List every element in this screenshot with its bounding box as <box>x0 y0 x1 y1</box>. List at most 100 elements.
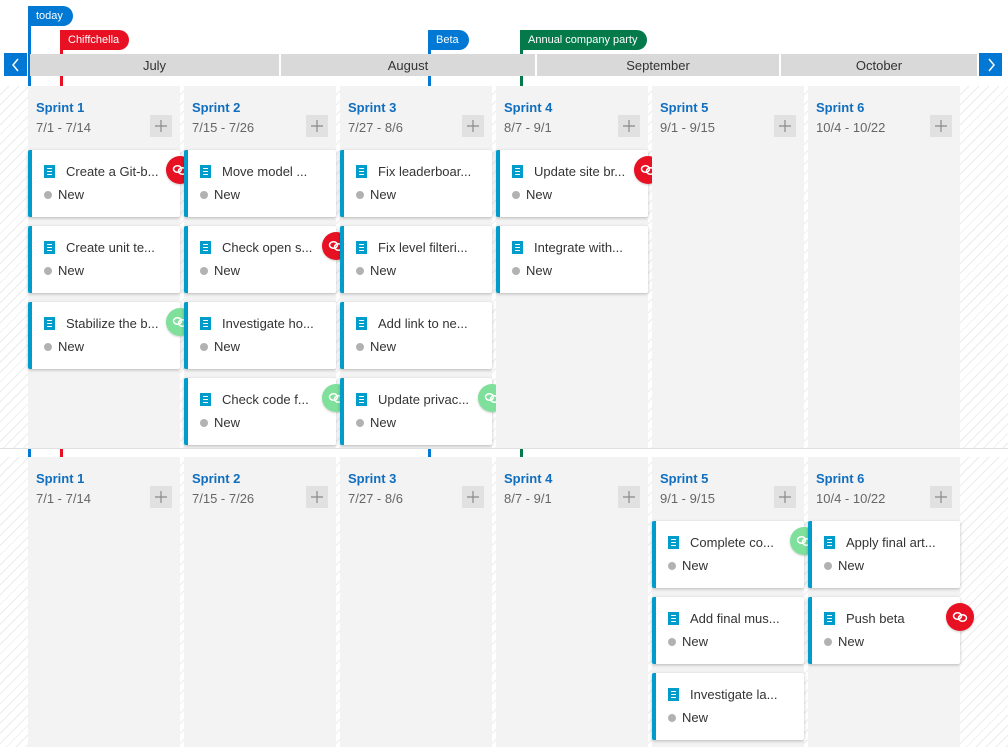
state-dot-icon <box>200 190 208 199</box>
work-item-card[interactable]: Push beta New <box>808 597 974 664</box>
work-item-card[interactable]: Stabilize the b... New <box>28 302 194 369</box>
backlog-item-icon <box>668 536 679 549</box>
work-item-card[interactable]: Create unit te... New <box>28 226 180 293</box>
plus-icon <box>155 491 167 503</box>
add-item-button[interactable] <box>306 486 328 508</box>
sprint-name[interactable]: Sprint 2 <box>192 471 240 486</box>
card-title[interactable]: Fix leaderboar... <box>378 164 490 179</box>
marker-flag-chiffchella[interactable]: Chiffchella <box>60 30 130 50</box>
work-item-card[interactable]: Update privac... New <box>340 378 506 445</box>
add-item-button[interactable] <box>930 115 952 137</box>
work-item-card[interactable]: Integrate with... New <box>496 226 648 293</box>
add-item-button[interactable] <box>618 486 640 508</box>
card-title[interactable]: Complete co... <box>690 535 802 550</box>
card-title[interactable]: Add final mus... <box>690 611 802 626</box>
state-dot-icon <box>356 190 364 199</box>
work-item-card[interactable]: Check code f... New <box>184 378 350 445</box>
card-state: New <box>356 187 396 202</box>
work-item-card[interactable]: Add final mus... New <box>652 597 804 664</box>
work-item-card[interactable]: Check open s... New <box>184 226 350 293</box>
backlog-item-icon <box>44 165 55 178</box>
sprint-column: Sprint 3 7/27 - 8/6 <box>340 457 492 747</box>
work-item-card[interactable]: Investigate ho... New <box>184 302 336 369</box>
backlog-item-icon <box>824 612 835 625</box>
card-state: New <box>512 187 552 202</box>
card-state: New <box>356 339 396 354</box>
marker-flag-today[interactable]: today <box>28 6 73 26</box>
state-label: New <box>58 263 85 278</box>
work-item-card[interactable]: Complete co... New <box>652 521 818 588</box>
add-item-button[interactable] <box>462 486 484 508</box>
card-title[interactable]: Fix level filteri... <box>378 240 490 255</box>
work-item-card[interactable]: Create a Git-b... New <box>28 150 194 217</box>
sprint-column: Sprint 6 10/4 - 10/22 Apply final art... Ne… <box>808 457 974 747</box>
card-title[interactable]: Update privac... <box>378 392 490 407</box>
state-label: New <box>370 187 397 202</box>
backlog-item-icon <box>512 165 523 178</box>
sprint-name[interactable]: Sprint 5 <box>660 471 708 486</box>
card-title[interactable]: Apply final art... <box>846 535 958 550</box>
sprint-name[interactable]: Sprint 3 <box>348 100 396 115</box>
sprint-column: Sprint 4 8/7 - 9/1 <box>496 457 648 747</box>
add-item-button[interactable] <box>306 115 328 137</box>
plus-icon <box>155 120 167 132</box>
work-item-card[interactable]: Fix level filteri... New <box>340 226 492 293</box>
previous-button[interactable] <box>4 53 27 76</box>
add-item-button[interactable] <box>774 115 796 137</box>
card-title[interactable]: Investigate ho... <box>222 316 334 331</box>
card-title[interactable]: Check open s... <box>222 240 334 255</box>
card-title[interactable]: Push beta <box>846 611 958 626</box>
next-button[interactable] <box>979 53 1002 76</box>
work-item-card[interactable]: Add link to ne... New <box>340 302 492 369</box>
card-title[interactable]: Investigate la... <box>690 687 802 702</box>
team-row-2: Sprint 1 7/1 - 7/14 Sprint 2 7/15 - 7/26 Spr… <box>0 457 1008 747</box>
state-dot-icon <box>44 266 52 275</box>
card-title[interactable]: Move model ... <box>222 164 334 179</box>
card-title[interactable]: Stabilize the b... <box>66 316 178 331</box>
work-item-card[interactable]: Fix leaderboar... New <box>340 150 492 217</box>
card-title[interactable]: Check code f... <box>222 392 334 407</box>
hatch-left <box>0 457 28 747</box>
sprint-name[interactable]: Sprint 6 <box>816 471 864 486</box>
card-state: New <box>200 187 240 202</box>
card-title[interactable]: Add link to ne... <box>378 316 490 331</box>
sprint-name[interactable]: Sprint 1 <box>36 100 84 115</box>
sprint-column: Sprint 6 10/4 - 10/22 <box>808 86 960 448</box>
hatch-left <box>0 86 28 448</box>
backlog-item-icon <box>512 241 523 254</box>
work-item-card[interactable]: Update site br... New <box>496 150 662 217</box>
card-title[interactable]: Create a Git-b... <box>66 164 178 179</box>
state-label: New <box>370 263 397 278</box>
add-item-button[interactable] <box>774 486 796 508</box>
sprint-name[interactable]: Sprint 1 <box>36 471 84 486</box>
sprint-column: Sprint 1 7/1 - 7/14 Create a Git-b... New Cr… <box>28 86 194 448</box>
state-dot-icon <box>824 637 832 646</box>
state-label: New <box>838 558 865 573</box>
sprint-name[interactable]: Sprint 3 <box>348 471 396 486</box>
sprint-name[interactable]: Sprint 6 <box>816 100 864 115</box>
card-state: New <box>824 634 864 649</box>
state-label: New <box>526 187 553 202</box>
add-item-button[interactable] <box>150 486 172 508</box>
add-item-button[interactable] <box>462 115 484 137</box>
add-item-button[interactable] <box>150 115 172 137</box>
dependency-issue-badge[interactable] <box>946 603 974 631</box>
card-state: New <box>44 187 84 202</box>
add-item-button[interactable] <box>930 486 952 508</box>
marker-flag-annual-company-party[interactable]: Annual company party <box>520 30 648 50</box>
marker-flag-beta[interactable]: Beta <box>428 30 469 50</box>
work-item-card[interactable]: Investigate la... New <box>652 673 804 740</box>
sprint-name[interactable]: Sprint 4 <box>504 100 552 115</box>
sprint-name[interactable]: Sprint 2 <box>192 100 240 115</box>
work-item-card[interactable]: Move model ... New <box>184 150 336 217</box>
sprint-name[interactable]: Sprint 4 <box>504 471 552 486</box>
sprint-column: Sprint 5 9/1 - 9/15 Complete co... New Add f… <box>652 457 818 747</box>
sprint-name[interactable]: Sprint 5 <box>660 100 708 115</box>
card-title[interactable]: Create unit te... <box>66 240 178 255</box>
delivery-plan: today Chiffchella Beta Annual company pa… <box>0 0 1008 747</box>
add-item-button[interactable] <box>618 115 640 137</box>
state-label: New <box>526 263 553 278</box>
card-title[interactable]: Update site br... <box>534 164 646 179</box>
work-item-card[interactable]: Apply final art... New <box>808 521 960 588</box>
card-title[interactable]: Integrate with... <box>534 240 646 255</box>
